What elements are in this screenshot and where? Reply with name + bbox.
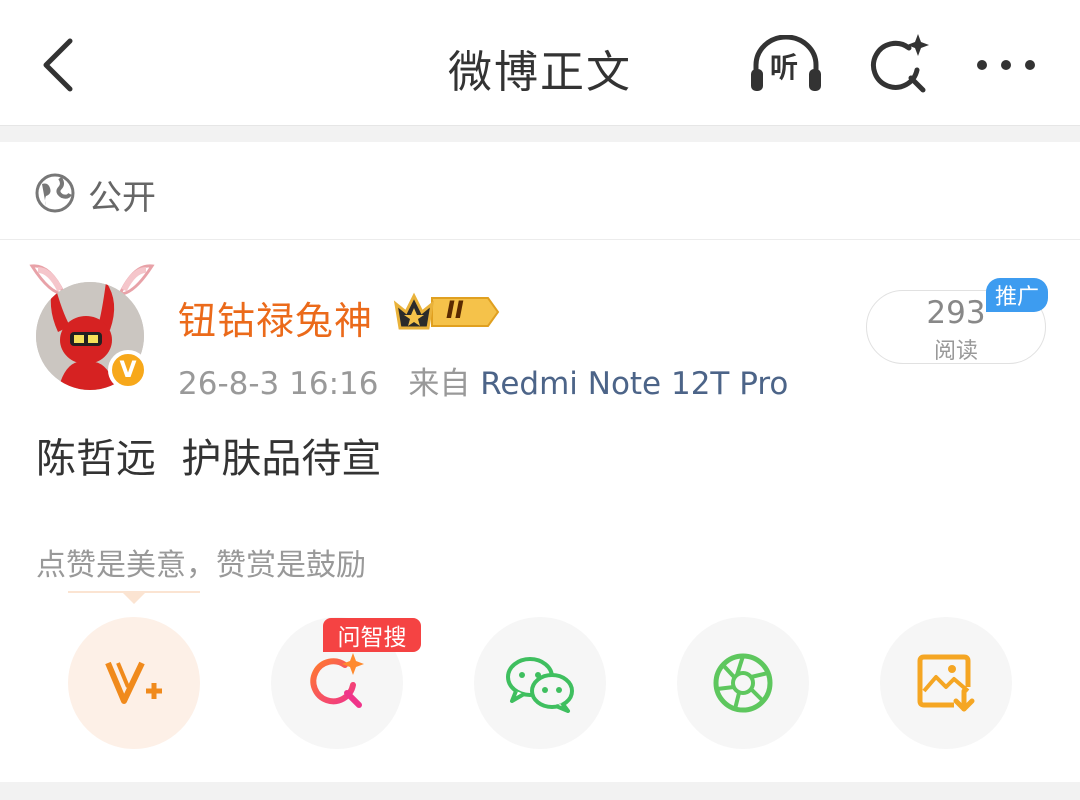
author-name[interactable]: 钮钴禄兔神 — [178, 290, 373, 345]
bottom-divider — [0, 782, 1080, 800]
weibo-post-page: 微博正文 听 公开 V 钮钴禄兔神 II 26-8-3 16:16 来自 Red… — [0, 0, 1080, 800]
more-button[interactable] — [966, 30, 1046, 100]
top-nav-bar: 微博正文 听 — [0, 0, 1080, 125]
ai-search-icon — [871, 34, 929, 93]
source-device[interactable]: Redmi Note 12T Pro — [480, 366, 788, 402]
post-meta: 26-8-3 16:16 来自 Redmi Note 12T Pro — [178, 358, 788, 403]
wechat-icon — [506, 657, 574, 713]
listen-button[interactable]: 听 — [746, 30, 826, 100]
listen-label: 听 — [770, 51, 799, 84]
post-content: 陈哲远 护肤品待宣 — [36, 436, 382, 482]
save-image-button[interactable] — [880, 617, 1012, 749]
more-icon — [977, 60, 1035, 70]
verified-badge: V — [108, 350, 148, 390]
member-level-badge[interactable]: II — [392, 290, 500, 334]
read-label: 阅读 — [933, 339, 978, 364]
visibility-label: 公开 — [88, 178, 156, 218]
author-avatar[interactable]: V — [22, 260, 162, 395]
section-divider — [0, 125, 1080, 142]
reward-tip: 点赞是美意，赞赏是鼓励 — [36, 548, 366, 583]
globe-icon — [35, 173, 75, 213]
moments-icon — [713, 653, 773, 713]
visibility-row: 公开 — [0, 142, 1080, 240]
reward-v-icon — [105, 661, 162, 704]
tip-pointer-icon — [68, 591, 200, 604]
save-image-icon — [917, 654, 975, 712]
level-label: II — [446, 296, 464, 324]
promo-badge[interactable]: 推广 — [986, 278, 1048, 312]
share-moments-button[interactable] — [677, 617, 809, 749]
ai-search-button[interactable] — [858, 30, 938, 100]
post-timestamp: 26-8-3 16:16 — [178, 366, 379, 402]
share-wechat-button[interactable] — [474, 617, 606, 749]
reward-button[interactable] — [68, 617, 200, 749]
ai-search-icon — [310, 653, 364, 708]
source-prefix: 来自 — [408, 366, 471, 402]
ask-search-badge: 问智搜 — [323, 618, 421, 652]
